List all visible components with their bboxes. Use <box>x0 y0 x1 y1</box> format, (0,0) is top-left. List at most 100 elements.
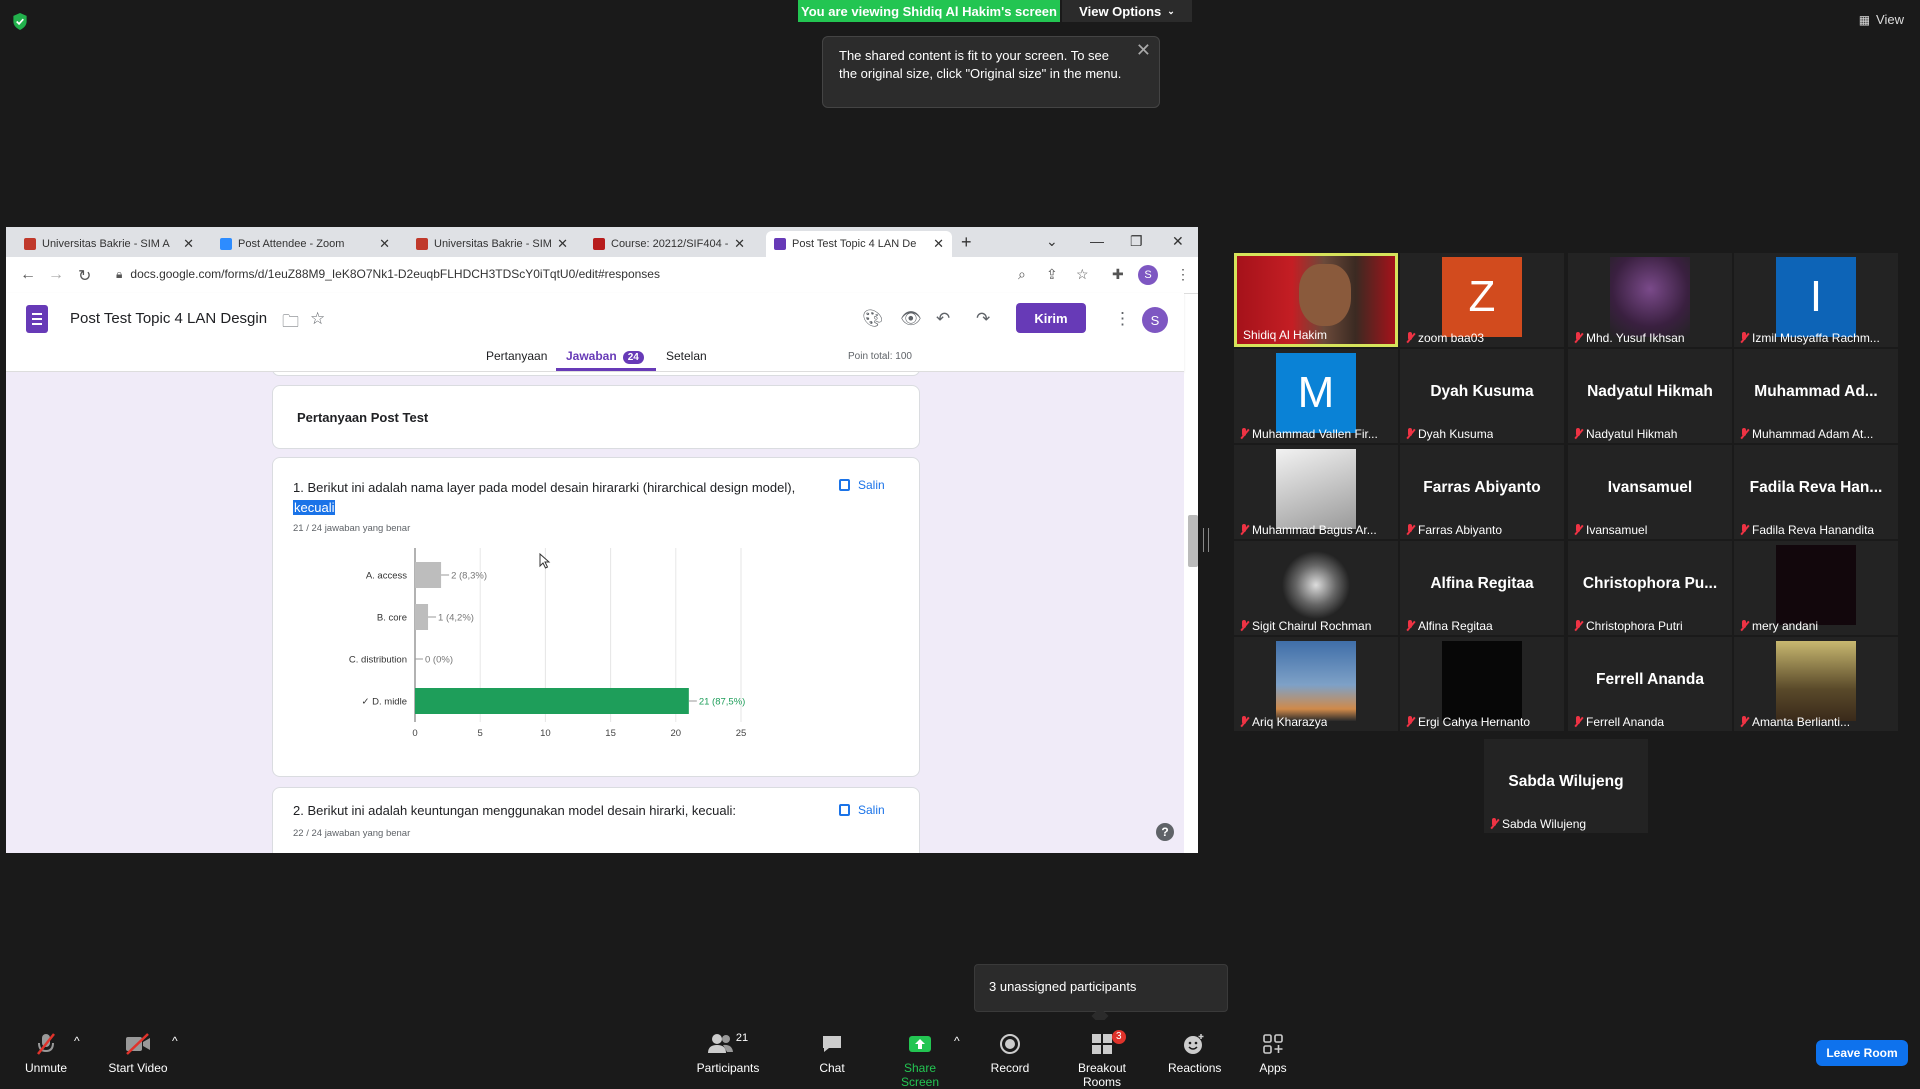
shield-icon <box>24 238 36 250</box>
browser-tab[interactable]: Course: 20212/SIF404 - P ✕ <box>585 231 753 257</box>
forward-icon[interactable]: → <box>48 266 64 284</box>
close-tab-icon[interactable]: ✕ <box>557 236 568 252</box>
breakout-rooms-button[interactable]: 3 Breakout Rooms <box>1058 1030 1146 1089</box>
tab-search-icon[interactable]: ⌄ <box>1046 233 1058 250</box>
participant-name-label: Nadyatul Hikmah <box>1574 427 1677 441</box>
page-scrollbar[interactable] <box>1188 515 1198 567</box>
participant-tile[interactable]: Muhammad Ad... Muhammad Adam At... <box>1734 349 1898 443</box>
close-tab-icon[interactable]: ✕ <box>734 236 745 252</box>
participant-tile[interactable]: Christophora Pu... Christophora Putri <box>1568 541 1732 635</box>
participant-tile[interactable]: Shidiq Al Hakim <box>1234 253 1398 347</box>
copy-chart-button[interactable]: Salin <box>839 478 885 492</box>
record-button[interactable]: Record <box>988 1032 1032 1075</box>
participant-name-label: Fadila Reva Hanandita <box>1740 523 1874 537</box>
extensions-icon[interactable]: ✚ <box>1112 266 1124 283</box>
new-tab-button[interactable]: + <box>961 232 972 253</box>
tab-responses[interactable]: Jawaban 24 <box>566 349 644 364</box>
close-window-icon[interactable]: ✕ <box>1172 233 1184 250</box>
participant-tile[interactable]: Mhd. Yusuf Ikhsan <box>1568 253 1732 347</box>
unassigned-participants-tooltip[interactable]: 3 unassigned participants <box>974 964 1228 1012</box>
participant-letter-avatar: I <box>1776 257 1856 337</box>
share-screen-button[interactable]: Share Screen <box>884 1032 956 1089</box>
lock-icon: 🔒︎ <box>116 267 123 281</box>
start-video-label: Start Video <box>108 1061 168 1075</box>
browser-tab[interactable]: Universitas Bakrie - SIM A ✕ <box>16 231 202 257</box>
start-video-button[interactable]: Start Video <box>106 1032 170 1075</box>
participant-tile[interactable]: Sigit Chairul Rochman <box>1234 541 1398 635</box>
bar <box>415 604 429 630</box>
participant-tile[interactable]: Nadyatul Hikmah Nadyatul Hikmah <box>1568 349 1732 443</box>
help-icon[interactable]: ? <box>1156 823 1174 841</box>
chat-label: Chat <box>819 1061 845 1075</box>
participants-button[interactable]: 21 Participants <box>694 1032 762 1075</box>
restore-icon[interactable]: ❐ <box>1130 233 1143 250</box>
redo-icon[interactable]: ↷ <box>976 309 990 329</box>
participant-tile[interactable]: Dyah Kusuma Dyah Kusuma <box>1400 349 1564 443</box>
google-forms-icon[interactable] <box>26 305 48 333</box>
participant-tile[interactable]: Ferrell Ananda Ferrell Ananda <box>1568 637 1732 731</box>
bookmark-star-icon[interactable]: ☆ <box>1076 266 1089 283</box>
participant-tile[interactable]: Amanta Berlianti... <box>1734 637 1898 731</box>
participant-tile[interactable]: M Muhammad Vallen Fir... <box>1234 349 1398 443</box>
participant-name: Muhammad Bagus Ar... <box>1252 523 1377 537</box>
leave-room-button[interactable]: Leave Room <box>1816 1040 1908 1066</box>
muted-mic-icon <box>1240 524 1248 536</box>
unmute-label: Unmute <box>24 1061 68 1075</box>
participant-tile[interactable]: Ivansamuel Ivansamuel <box>1568 445 1732 539</box>
close-tab-icon[interactable]: ✕ <box>933 236 944 252</box>
share-icon[interactable]: ⇪ <box>1046 266 1058 283</box>
share-options-caret[interactable]: ^ <box>954 1034 960 1048</box>
form-title[interactable]: Post Test Topic 4 LAN Desgin <box>70 310 267 327</box>
tab-settings[interactable]: Setelan <box>666 349 707 363</box>
participant-tile[interactable]: Zzoom baa03 <box>1400 253 1564 347</box>
preview-eye-icon[interactable]: 👁︎ <box>900 309 922 329</box>
zoom-search-icon[interactable]: ⌕ <box>1018 266 1026 283</box>
copy-chart-button-2[interactable]: Salin <box>839 803 885 817</box>
browser-tab[interactable]: Post Attendee - Zoom ✕ <box>212 231 398 257</box>
participant-tile[interactable]: Ariq Kharazya <box>1234 637 1398 731</box>
browser-tab[interactable]: Universitas Bakrie - SIM A ✕ <box>408 231 576 257</box>
star-icon[interactable]: ☆ <box>310 309 325 329</box>
tab-questions[interactable]: Pertanyaan <box>486 349 547 363</box>
reload-icon[interactable]: ↻ <box>78 266 91 286</box>
close-icon[interactable]: ✕ <box>1136 41 1151 59</box>
audio-options-caret[interactable]: ^ <box>74 1034 80 1048</box>
undo-icon[interactable]: ↶ <box>936 309 950 329</box>
palette-icon[interactable]: 🎨︎ <box>862 309 884 329</box>
participant-name: Izmil Musyaffa Rachm... <box>1752 331 1880 345</box>
split-resize-handle[interactable] <box>1203 528 1209 552</box>
participant-name-label: Ivansamuel <box>1574 523 1647 537</box>
unmute-button[interactable]: Unmute <box>22 1032 70 1075</box>
video-options-caret[interactable]: ^ <box>172 1034 178 1048</box>
participant-tile[interactable]: Farras Abiyanto Farras Abiyanto <box>1400 445 1564 539</box>
chat-button[interactable]: Chat <box>812 1032 852 1075</box>
participant-tile[interactable]: Ergi Cahya Hernanto <box>1400 637 1564 731</box>
participant-tile[interactable]: Fadila Reva Han... Fadila Reva Hanandita <box>1734 445 1898 539</box>
apps-button[interactable]: Apps <box>1256 1032 1290 1075</box>
muted-mic-icon <box>1406 716 1414 728</box>
participant-tile[interactable]: Sabda Wilujeng Sabda Wilujeng <box>1484 739 1648 833</box>
view-options-button[interactable]: View Options ⌄ <box>1062 0 1192 22</box>
more-menu-icon[interactable]: ⋮ <box>1176 266 1190 283</box>
address-bar[interactable]: 🔒︎ docs.google.com/forms/d/1euZ88M9_IeK8O… <box>116 267 660 282</box>
participant-tile[interactable]: mery andani <box>1734 541 1898 635</box>
participant-tile[interactable]: Muhammad Bagus Ar... <box>1234 445 1398 539</box>
muted-mic-icon <box>1574 428 1582 440</box>
account-avatar[interactable]: S <box>1142 307 1168 333</box>
close-tab-icon[interactable]: ✕ <box>379 236 390 252</box>
selected-text-highlight: kecuali <box>293 500 336 515</box>
security-shield-icon[interactable] <box>12 13 28 30</box>
profile-avatar[interactable]: S <box>1138 265 1158 285</box>
view-menu-button[interactable]: ▦ View <box>1859 12 1904 27</box>
question-card-1: 1. Berikut ini adalah nama layer pada mo… <box>272 457 920 777</box>
folder-icon[interactable]: 🗀︎ <box>282 309 299 338</box>
reactions-button[interactable]: Reactions <box>1168 1032 1221 1075</box>
close-tab-icon[interactable]: ✕ <box>183 236 194 252</box>
send-button[interactable]: Kirim <box>1016 303 1086 333</box>
back-icon[interactable]: ← <box>20 266 36 284</box>
minimize-icon[interactable]: — <box>1090 233 1104 249</box>
participant-tile[interactable]: Alfina Regitaa Alfina Regitaa <box>1400 541 1564 635</box>
browser-tab[interactable]: Post Test Topic 4 LAN De ✕ <box>766 231 952 257</box>
participant-tile[interactable]: I Izmil Musyaffa Rachm... <box>1734 253 1898 347</box>
more-vert-icon[interactable]: ⋮ <box>1114 309 1131 329</box>
